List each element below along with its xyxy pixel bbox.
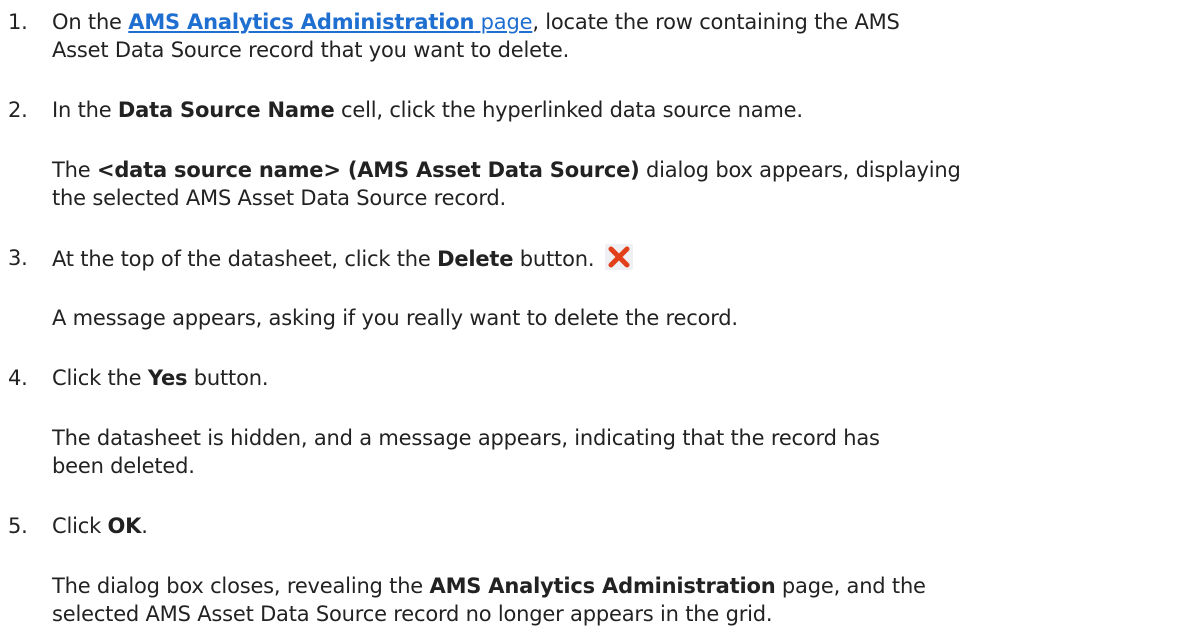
- ui-term: Yes: [147, 366, 188, 390]
- ui-term: OK: [107, 514, 142, 538]
- ams-analytics-administration-link[interactable]: AMS Analytics Administration page: [128, 10, 532, 34]
- step-number: 3.: [8, 246, 28, 270]
- ui-term: AMS Analytics Administration: [429, 574, 776, 598]
- step-number: 4.: [8, 366, 28, 390]
- step-text: On the: [52, 10, 129, 34]
- ui-term: <data source name> (AMS Asset Data Sourc…: [96, 158, 640, 182]
- ui-term: Data Source Name: [117, 98, 335, 122]
- delete-x-icon: [604, 244, 633, 270]
- step-number: 1.: [8, 10, 28, 34]
- procedure-steps: 1. On the AMS Analytics Administration p…: [8, 10, 961, 626]
- step-number: 2.: [8, 98, 28, 122]
- step-text: Asset Data Source record that you want t…: [52, 38, 570, 62]
- step-text: , locate the row containing the AMS: [532, 10, 900, 34]
- step-number: 5.: [8, 514, 28, 538]
- ui-term: Delete: [437, 247, 514, 271]
